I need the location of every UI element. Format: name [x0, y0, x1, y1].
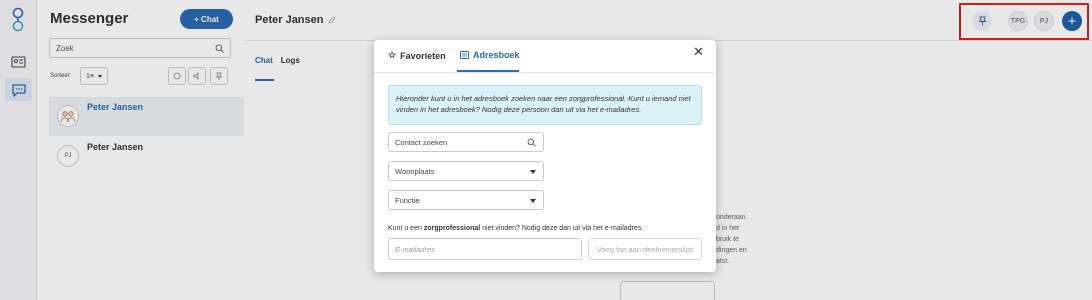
- add-to-participants-button[interactable]: Voeg toe aan deelnemerslijst: [588, 238, 702, 260]
- search-icon: [527, 138, 536, 147]
- woonplaats-value: Woonplaats: [395, 166, 435, 176]
- info-message: Hieronder kunt u in het adresboek zoeken…: [388, 85, 702, 125]
- email-field[interactable]: E-mailadres: [388, 238, 582, 260]
- invite-suffix: niet vinden? Nodig deze dan uit via het …: [480, 225, 644, 232]
- tab-favorieten[interactable]: ☆ Favorieten: [388, 50, 446, 61]
- tab-adresboek[interactable]: Adresboek: [460, 50, 520, 60]
- contact-search-input[interactable]: Contact zoeken: [388, 132, 544, 152]
- email-placeholder: E-mailadres: [395, 244, 436, 254]
- contact-search-placeholder: Contact zoeken: [395, 137, 448, 147]
- invite-bold: zorgprofessional: [423, 225, 481, 232]
- star-icon: ☆: [388, 50, 397, 60]
- addressbook-modal: ☆ Favorieten Adresboek ✕ Hieronder kunt …: [374, 40, 716, 272]
- invite-prefix: Kunt u een: [388, 225, 424, 232]
- woonplaats-select[interactable]: Woonplaats: [388, 161, 544, 181]
- chevron-down-icon: [530, 170, 536, 174]
- chevron-down-icon: [530, 199, 536, 203]
- functie-select[interactable]: Functie: [388, 190, 544, 210]
- functie-value: Functie: [395, 195, 420, 205]
- tab-divider: [374, 72, 716, 73]
- addressbook-icon: [460, 51, 469, 59]
- tab-adresboek-label: Adresboek: [473, 50, 520, 60]
- tab-favorieten-label: Favorieten: [400, 50, 446, 61]
- invite-text: Kunt u een zorgprofessional niet vinden?…: [388, 225, 643, 232]
- close-icon[interactable]: ✕: [693, 44, 704, 60]
